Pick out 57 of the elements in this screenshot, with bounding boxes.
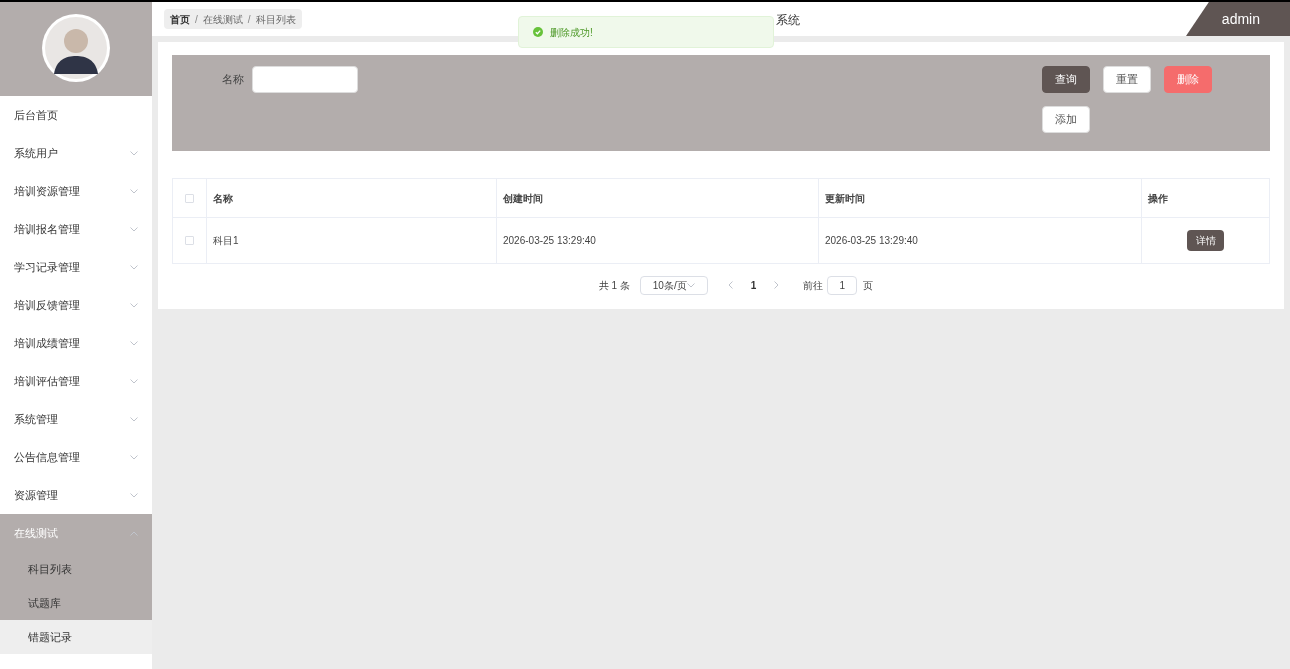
chevron-icon <box>130 264 138 270</box>
chevron-icon <box>130 416 138 422</box>
page-number[interactable]: 1 <box>742 277 765 293</box>
goto-input[interactable]: 1 <box>827 275 858 295</box>
action-button[interactable]: 添加 <box>1042 106 1090 133</box>
column-header: 创建时间 <box>503 191 543 206</box>
chevron-icon <box>130 378 138 384</box>
chevron-icon <box>130 302 138 308</box>
table-cell-text: 科目1 <box>213 234 239 248</box>
menu-item[interactable]: 公告信息管理 <box>0 438 152 476</box>
action-button[interactable]: 查询 <box>1042 66 1090 93</box>
menu-item[interactable]: 培训评估管理 <box>0 362 152 400</box>
chevron-icon <box>130 150 138 156</box>
page-size-select[interactable]: 10条/页 <box>639 275 708 295</box>
breadcrumb-link[interactable]: 首页 <box>170 11 190 27</box>
chevron-icon <box>130 340 138 346</box>
menu-item[interactable]: 培训报名管理 <box>0 210 152 248</box>
menu-item[interactable]: 后台首页 <box>0 96 152 134</box>
chevron-icon <box>686 282 695 288</box>
menu-item[interactable]: 学习记录管理 <box>0 248 152 286</box>
avatar <box>42 14 110 82</box>
column-header: 更新时间 <box>825 191 865 206</box>
chevron-icon <box>130 226 138 232</box>
breadcrumb-separator: / <box>247 12 251 27</box>
page-unit: 页 <box>863 278 874 293</box>
detail-button[interactable]: 详情 <box>1187 230 1224 251</box>
menu-item[interactable]: 系统用户 <box>0 134 152 172</box>
row-checkbox[interactable] <box>185 236 194 245</box>
breadcrumb-link[interactable]: 科目列表 <box>255 11 296 27</box>
goto-label: 前往 <box>803 278 824 293</box>
user-badge: admin <box>1186 2 1290 36</box>
menu-item[interactable]: 培训资源管理 <box>0 172 152 210</box>
action-button[interactable]: 重置 <box>1103 66 1151 93</box>
toast: 删除成功! <box>518 16 774 48</box>
page-title: 系统 <box>776 12 800 29</box>
breadcrumb-link[interactable]: 在线测试 <box>202 11 243 27</box>
table-cell-text: 2026-03-25 13:29:40 <box>825 234 918 248</box>
total-count: 共 1 条 <box>598 278 630 293</box>
menu-item[interactable]: 系统管理 <box>0 400 152 438</box>
column-header: 名称 <box>213 191 233 206</box>
success-icon <box>533 27 543 37</box>
prev-icon[interactable] <box>727 281 733 289</box>
field-label: 名称 <box>222 72 244 88</box>
menu-item[interactable]: 资源管理 <box>0 476 152 514</box>
column-header: 操作 <box>1148 191 1168 206</box>
chevron-icon <box>130 188 138 194</box>
select-all-checkbox[interactable] <box>185 193 194 203</box>
menu-item[interactable]: 培训反馈管理 <box>0 286 152 324</box>
menu-item[interactable]: 培训成绩管理 <box>0 324 152 362</box>
name-input[interactable] <box>252 66 358 93</box>
chevron-icon <box>130 454 138 460</box>
chevron-icon <box>130 492 138 498</box>
next-icon[interactable] <box>774 281 780 289</box>
chevron-icon <box>130 530 138 536</box>
table-cell-text: 2026-03-25 13:29:40 <box>503 234 596 248</box>
submenu-item[interactable]: 错题记录 <box>0 620 152 654</box>
breadcrumb-separator: / <box>195 12 198 27</box>
